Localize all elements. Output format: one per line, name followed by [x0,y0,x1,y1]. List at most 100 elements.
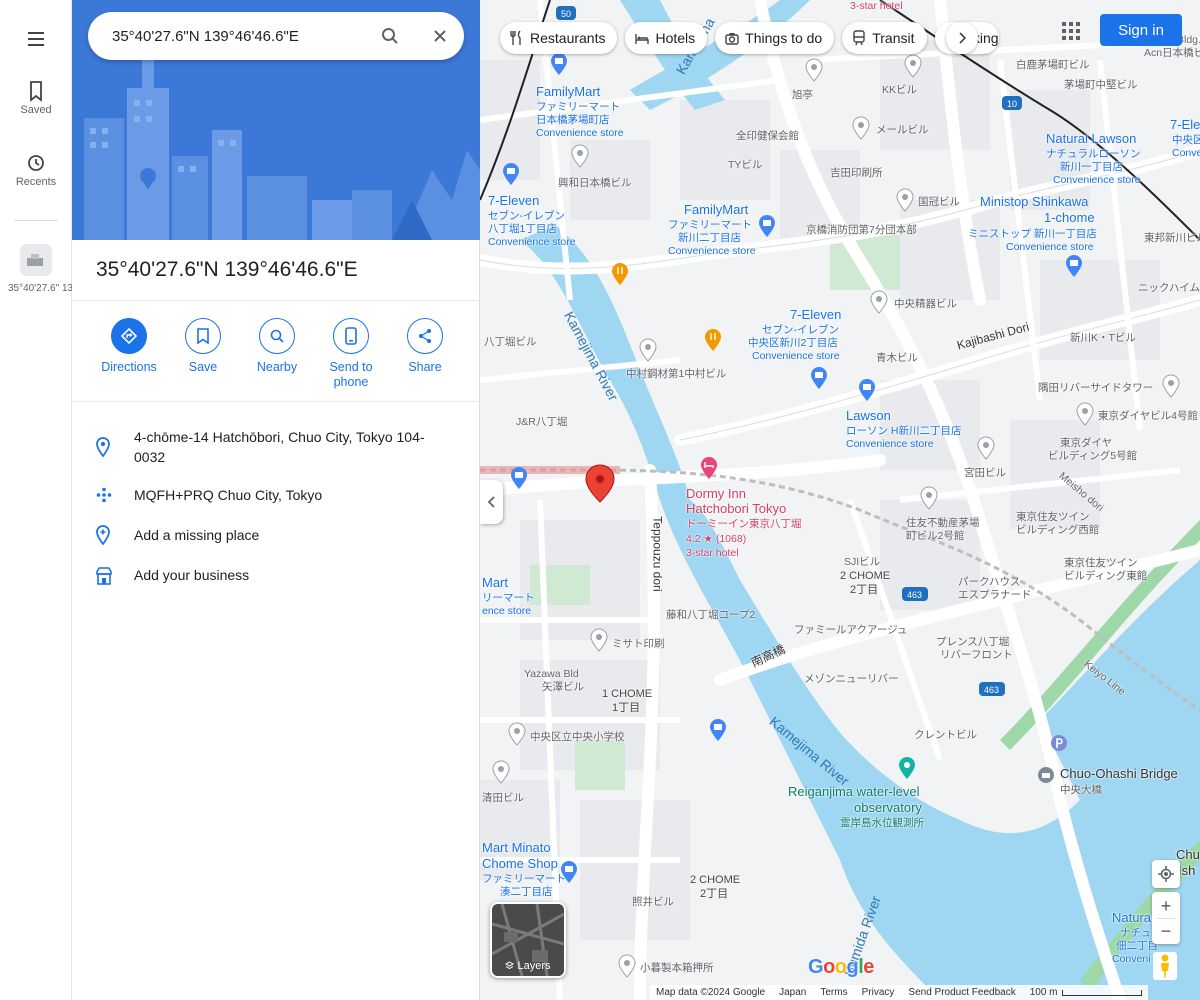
store-pin-icon[interactable] [758,214,776,238]
restaurant-pin-icon[interactable] [611,262,629,286]
plus-code-row[interactable]: MQFH+PRQ Chuo City, Tokyo [72,485,480,508]
map-pin-icon[interactable] [590,628,608,652]
bookmark-icon [185,318,221,354]
map-pin-icon[interactable] [904,54,922,78]
sign-in-button[interactable]: Sign in [1100,14,1182,46]
my-location-button[interactable] [1152,860,1180,888]
hotel-pin-icon[interactable] [700,456,718,480]
map-poi-label[interactable]: Ministop Shinkawa [980,195,1088,208]
plus-code-text: MQFH+PRQ Chuo City, Tokyo [134,487,323,503]
privacy-link[interactable]: Privacy [862,987,895,998]
chips-scroll-right-button[interactable] [946,22,978,54]
map-poi-label[interactable]: Mart [482,576,508,589]
store-pin-icon[interactable] [510,466,528,490]
search-input[interactable] [112,27,362,45]
map-poi-label[interactable]: Lawson [846,409,891,422]
zoom-in-button[interactable]: + [1161,894,1172,918]
layers-icon [505,961,515,970]
hotel-icon [635,34,650,44]
map-building-label: ビルディング西館 [1016,524,1100,536]
map-pin-icon[interactable] [571,144,589,168]
map-pin-icon[interactable] [1076,402,1094,426]
route-463-shield: 463 [984,685,1000,695]
map-poi-label[interactable]: FamilyMart [684,203,748,216]
store-pin-icon[interactable] [560,860,578,884]
map-poi-label[interactable]: Chuo-Ohashi Bridge [1060,767,1178,780]
map-pin-icon[interactable] [508,722,526,746]
address-row[interactable]: 4-chōme-14 Hatchōbori, Chuo City, Tokyo … [72,427,480,467]
map-attribution-bar: Map data ©2024 Google Japan Terms Privac… [650,985,1148,1000]
saved-button[interactable]: Saved [0,80,72,116]
collapse-panel-button[interactable] [480,480,503,524]
map-pin-icon[interactable] [920,486,938,510]
chip-hotels[interactable]: Hotels [625,22,708,54]
map-pin-icon[interactable] [805,58,823,82]
map-poi-label[interactable]: Natura [1112,911,1151,924]
menu-button[interactable] [0,28,72,50]
chip-restaurants[interactable]: Restaurants [500,22,618,54]
map-pin-icon[interactable] [852,116,870,140]
map-building-label: クレントビル [914,729,977,741]
restaurant-pin-icon[interactable] [704,328,722,352]
map-canvas[interactable]: 463 463 10 50 Restaurants Hotels Things … [480,0,1200,1000]
map-pin-icon[interactable] [977,436,995,460]
search-button[interactable] [378,24,402,48]
map-poi-label: Convenience store [846,438,934,450]
map-building-label: プレンス八丁堀 [936,636,1010,648]
attraction-pin-icon[interactable] [898,756,916,780]
map-poi-label[interactable]: 7-Eleven [488,194,539,207]
store-pin-icon[interactable] [810,366,828,390]
map-building-label: エスプラナード [958,589,1032,601]
send-to-phone-button[interactable]: Send to phone [314,318,388,390]
region-link[interactable]: Japan [779,987,806,998]
map-poi-label: Chome Shop [482,856,558,871]
directions-button[interactable]: Directions [92,318,166,390]
nearby-button[interactable]: Nearby [240,318,314,390]
store-pin-icon[interactable] [550,52,568,76]
map-pin-icon[interactable] [492,760,510,784]
store-pin-icon[interactable] [502,162,520,186]
map-building-label: 吉田印刷所 [830,167,883,179]
clear-search-button[interactable] [428,24,452,48]
layers-button[interactable]: Layers [490,902,566,978]
map-pin-icon[interactable] [1162,374,1180,398]
map-poi-label[interactable]: FamilyMart [536,85,600,98]
search-box[interactable] [88,12,464,60]
parking-pin-icon[interactable] [1050,734,1068,758]
map-poi-label: Convenience store [752,350,840,362]
map-pin-icon[interactable] [639,338,657,362]
map-poi-label[interactable]: Chu [1176,848,1200,861]
terms-link[interactable]: Terms [820,987,847,998]
map-pin-icon[interactable] [870,290,888,314]
recent-item[interactable]: 35°40'27.6" 139°46'46.6 [0,244,72,295]
map-poi-label: ファミリーマート [482,873,566,885]
map-poi-label[interactable]: 7-Eleven [790,308,841,321]
map-hotel-label[interactable]: Dormy Inn [686,487,746,500]
scale-bar[interactable]: 100 m [1030,987,1142,998]
map-pin-icon[interactable] [618,954,636,978]
share-icon [407,318,443,354]
feedback-link[interactable]: Send Product Feedback [908,987,1015,998]
street-view-pegman-icon[interactable] [1153,952,1177,980]
share-button[interactable]: Share [388,318,462,390]
recents-button[interactable]: Recents [0,152,72,188]
apps-grid-icon[interactable] [1060,20,1082,42]
map-building-label: ビルディング5号館 [1048,450,1138,462]
landmark-pin-icon[interactable] [1037,766,1055,790]
map-poi-label[interactable]: Natural Lawson [1046,132,1136,145]
store-pin-icon[interactable] [858,378,876,402]
add-business-row[interactable]: Add your business [72,565,480,590]
map-poi-label[interactable]: Reiganjima water-level [788,785,920,798]
map-pin-icon[interactable] [896,188,914,212]
map-poi-label[interactable]: Mart Minato [482,841,551,854]
save-button[interactable]: Save [166,318,240,390]
store-pin-icon[interactable] [709,718,727,742]
map-poi-label: Convenience store [536,127,624,139]
add-missing-place-row[interactable]: Add a missing place [72,525,480,550]
chip-things-to-do[interactable]: Things to do [715,22,835,54]
zoom-out-button[interactable]: − [1161,919,1172,943]
map-poi-label[interactable]: 7-Ele [1170,118,1200,131]
store-pin-icon[interactable] [1065,254,1083,278]
scale-label: 100 m [1029,987,1058,998]
chip-transit[interactable]: Transit [842,22,927,54]
